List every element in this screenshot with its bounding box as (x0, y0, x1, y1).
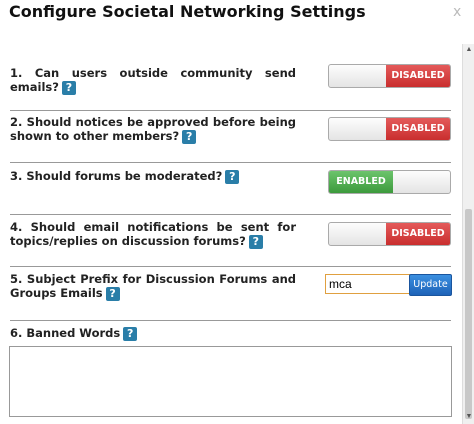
help-icon[interactable]: ? (225, 169, 240, 184)
dialog-title: Configure Societal Networking Settings (9, 2, 366, 21)
setting-row-3: 3. Should forums be moderated?? ENABLED (10, 168, 451, 198)
setting-question-3: 3. Should forums be moderated?? (10, 169, 296, 184)
divider (10, 162, 451, 163)
divider (10, 320, 451, 321)
help-icon[interactable]: ? (248, 234, 263, 249)
toggle-state-label: DISABLED (386, 65, 450, 87)
scroll-down-icon[interactable]: ▼ (465, 413, 473, 420)
setting-row-1: 1. Can users outside community send emai… (10, 62, 451, 95)
close-icon[interactable]: x (453, 4, 461, 20)
setting-row-2: 2. Should notices be approved before bei… (10, 115, 451, 145)
setting-question-6: 6. Banned Words? (10, 326, 296, 341)
setting-question-4: 4. Should email notifications be sent fo… (10, 220, 296, 249)
toggle-notice-approval[interactable]: DISABLED (328, 117, 451, 141)
divider (10, 110, 451, 111)
setting-row-4: 4. Should email notifications be sent fo… (10, 220, 451, 250)
vertical-scrollbar[interactable]: ▲ ▼ (462, 44, 474, 424)
toggle-state-label: ENABLED (329, 171, 393, 193)
setting-question-1: 1. Can users outside community send emai… (10, 66, 296, 95)
scroll-thumb[interactable] (465, 209, 472, 419)
help-icon[interactable]: ? (61, 80, 76, 95)
toggle-email-notifications[interactable]: DISABLED (328, 222, 451, 246)
help-icon[interactable]: ? (123, 326, 138, 341)
toggle-state-label: DISABLED (386, 118, 450, 140)
help-icon[interactable]: ? (182, 129, 197, 144)
update-button[interactable]: Update (409, 274, 452, 296)
toggle-outside-emails[interactable]: DISABLED (328, 64, 451, 88)
banned-words-textarea[interactable] (9, 346, 452, 417)
divider (10, 266, 451, 267)
settings-content: 1. Can users outside community send emai… (0, 44, 462, 424)
help-icon[interactable]: ? (105, 286, 120, 301)
setting-question-5: 5. Subject Prefix for Discussion Forums … (10, 272, 296, 301)
setting-row-6: 6. Banned Words? (10, 326, 451, 346)
subject-prefix-input[interactable]: mca (325, 274, 410, 294)
settings-dialog: Configure Societal Networking Settings x… (0, 0, 474, 424)
setting-question-2: 2. Should notices be approved before bei… (10, 115, 296, 144)
divider (10, 214, 451, 215)
toggle-state-label: DISABLED (386, 223, 450, 245)
toggle-forum-moderation[interactable]: ENABLED (328, 170, 451, 194)
setting-row-5: 5. Subject Prefix for Discussion Forums … (10, 272, 452, 302)
scroll-up-icon[interactable]: ▲ (465, 46, 473, 53)
